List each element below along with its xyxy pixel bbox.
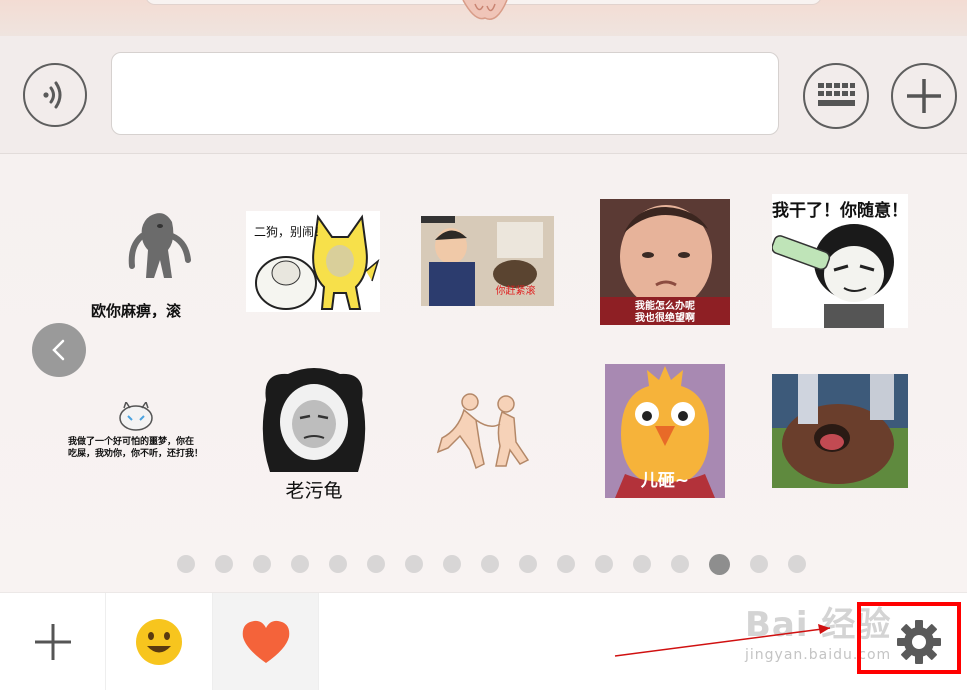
settings-highlight-box <box>857 602 961 674</box>
chat-area-edge <box>0 0 967 37</box>
page-dot[interactable] <box>367 555 385 573</box>
sticker-item[interactable]: 二狗，别闹！ <box>246 211 380 312</box>
page-dot-active[interactable] <box>709 553 730 575</box>
smiley-face-icon <box>136 619 182 665</box>
page-dot[interactable] <box>177 555 195 573</box>
keyboard-icon <box>818 83 855 106</box>
emoji-tab-bar: Bai 经验 jingyan.baidu.com <box>0 592 967 690</box>
sticker-item[interactable]: 儿砸~ <box>605 364 725 498</box>
chevron-left-icon <box>52 339 65 361</box>
sticker-caption: 你赶紧滚 <box>495 286 536 297</box>
page-dot[interactable] <box>481 555 499 573</box>
voice-waves-icon <box>43 81 62 109</box>
page-dot[interactable] <box>671 555 689 573</box>
more-button[interactable] <box>891 63 957 129</box>
sticker-peek <box>462 0 508 20</box>
sticker-caption: 欧你麻痹，滚 <box>90 302 181 318</box>
previous-page-button[interactable] <box>32 323 86 377</box>
page-dot[interactable] <box>215 555 233 573</box>
sticker-caption-line2: 吃屎，我劝你，你不听，还打我！ <box>68 449 204 459</box>
page-dot[interactable] <box>750 555 768 573</box>
message-input[interactable] <box>111 52 779 135</box>
voice-button[interactable] <box>23 63 87 127</box>
page-dot[interactable] <box>633 555 651 573</box>
sticker-item[interactable] <box>772 374 908 488</box>
sticker-panel: 欧你麻痹，滚 二狗，别闹！ 你赶紧滚 我能怎么办呢 我也很绝望啊 我干了！你随意… <box>0 154 967 592</box>
panda-drinking-sticker <box>772 224 894 328</box>
sticker-item[interactable]: 我做了一个好可怕的噩梦，你在 吃屎，我劝你，你不听，还打我！ <box>66 402 206 462</box>
plus-icon <box>907 79 941 113</box>
keyboard-button[interactable] <box>803 63 869 129</box>
page-dot[interactable] <box>557 555 575 573</box>
add-sticker-tab[interactable] <box>0 593 106 690</box>
sticker-caption: 二狗，别闹！ <box>254 225 327 239</box>
sticker-caption: 儿砸~ <box>640 471 690 491</box>
page-dot[interactable] <box>519 555 537 573</box>
sticker-item[interactable]: 我能怎么办呢 我也很绝望啊 <box>600 199 730 325</box>
page-dot[interactable] <box>329 555 347 573</box>
page-dot[interactable] <box>253 555 271 573</box>
cartoon-figures-sticker <box>436 393 530 470</box>
sticker-item[interactable] <box>430 390 532 470</box>
page-dot[interactable] <box>405 555 423 573</box>
page-dot[interactable] <box>595 555 613 573</box>
emoji-tab[interactable] <box>106 593 213 690</box>
page-dot[interactable] <box>291 555 309 573</box>
input-bar <box>0 36 967 154</box>
sticker-item[interactable]: 我干了！你随意！ <box>772 194 908 328</box>
panda-face-sticker <box>262 368 366 472</box>
page-dot[interactable] <box>443 555 461 573</box>
favorites-tab[interactable] <box>213 593 319 690</box>
barking-dog-sticker <box>772 374 908 488</box>
crying-cat-sticker <box>119 402 153 431</box>
sticker-item[interactable]: 你赶紧滚 <box>421 216 554 306</box>
plus-icon <box>34 624 71 660</box>
heart-icon <box>242 620 289 663</box>
gray-figure-sticker <box>128 213 191 278</box>
page-indicator <box>177 553 806 575</box>
sticker-caption: 老污龟 <box>285 480 343 500</box>
sticker-item[interactable]: 欧你麻痹，滚 <box>68 206 204 318</box>
page-dot[interactable] <box>788 555 806 573</box>
sticker-item[interactable]: 老污龟 <box>258 366 370 500</box>
sticker-caption-line2: 我也很绝望啊 <box>635 313 695 324</box>
